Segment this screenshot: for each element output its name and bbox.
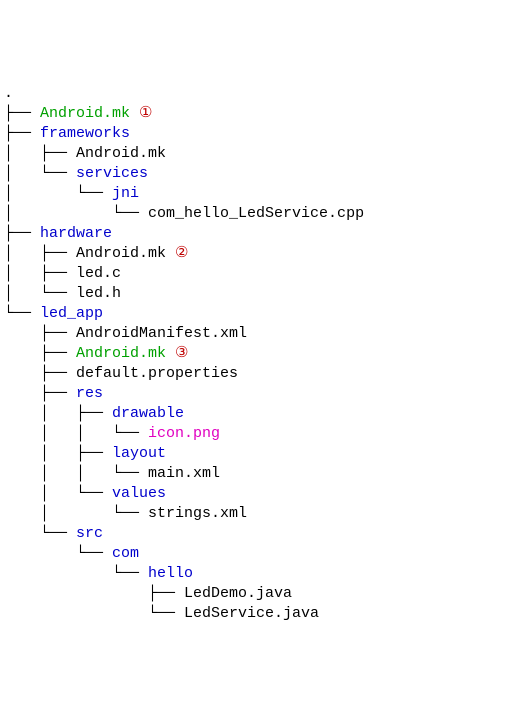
tree-branch-glyphs: ├──: [4, 365, 76, 382]
tree-node-name: services: [76, 165, 148, 182]
tree-node-name: strings.xml: [148, 505, 247, 522]
tree-row: │ ├── Android.mk: [4, 144, 504, 164]
tree-branch-glyphs: │ │ └──: [4, 425, 148, 442]
tree-node-name: LedService.java: [184, 605, 319, 622]
tree-row: ├── res: [4, 384, 504, 404]
tree-node-name: values: [112, 485, 166, 502]
tree-row: ├── frameworks: [4, 124, 504, 144]
tree-row: │ │ └── icon.png: [4, 424, 504, 444]
tree-row: │ │ └── main.xml: [4, 464, 504, 484]
tree-row: │ ├── Android.mk ②: [4, 244, 504, 264]
tree-branch-glyphs: ├──: [4, 325, 76, 342]
tree-branch-glyphs: │ └──: [4, 205, 148, 222]
tree-node-name: res: [76, 385, 103, 402]
tree-row: │ ├── drawable: [4, 404, 504, 424]
tree-node-name: jni: [112, 185, 139, 202]
tree-row: ├── hardware: [4, 224, 504, 244]
tree-node-name: icon.png: [148, 425, 220, 442]
tree-node-name: .: [4, 85, 13, 102]
tree-node-name: Android.mk: [76, 345, 166, 362]
tree-row: └── LedService.java: [4, 604, 504, 624]
tree-branch-glyphs: └──: [4, 605, 184, 622]
tree-branch-glyphs: ├──: [4, 225, 40, 242]
tree-row: └── led_app: [4, 304, 504, 324]
tree-row: └── com: [4, 544, 504, 564]
tree-branch-glyphs: ├──: [4, 585, 184, 602]
tree-node-name: Android.mk: [76, 145, 166, 162]
footnote-annotation: ①: [130, 105, 152, 122]
tree-node-name: com_hello_LedService.cpp: [148, 205, 364, 222]
tree-row: │ ├── led.c: [4, 264, 504, 284]
tree-node-name: Android.mk: [76, 245, 166, 262]
tree-branch-glyphs: │ └──: [4, 485, 112, 502]
tree-row: │ ├── layout: [4, 444, 504, 464]
tree-branch-glyphs: │ ├──: [4, 265, 76, 282]
tree-branch-glyphs: ├──: [4, 345, 76, 362]
tree-node-name: layout: [112, 445, 166, 462]
directory-tree: .├── Android.mk ①├── frameworks│ ├── And…: [4, 84, 504, 624]
tree-row: ├── Android.mk ③: [4, 344, 504, 364]
tree-node-name: hello: [148, 565, 193, 582]
tree-node-name: AndroidManifest.xml: [76, 325, 247, 342]
tree-row: ├── Android.mk ①: [4, 104, 504, 124]
tree-row: │ └── values: [4, 484, 504, 504]
tree-branch-glyphs: │ └──: [4, 285, 76, 302]
footnote-annotation: ②: [166, 245, 188, 262]
tree-branch-glyphs: │ └──: [4, 165, 76, 182]
tree-node-name: com: [112, 545, 139, 562]
tree-node-name: led.c: [76, 265, 121, 282]
tree-branch-glyphs: └──: [4, 525, 76, 542]
tree-branch-glyphs: │ ├──: [4, 405, 112, 422]
tree-row: ├── default.properties: [4, 364, 504, 384]
tree-row: └── src: [4, 524, 504, 544]
tree-branch-glyphs: │ └──: [4, 185, 112, 202]
tree-row: │ └── strings.xml: [4, 504, 504, 524]
tree-row: │ └── com_hello_LedService.cpp: [4, 204, 504, 224]
tree-branch-glyphs: └──: [4, 305, 40, 322]
tree-row: └── hello: [4, 564, 504, 584]
tree-node-name: frameworks: [40, 125, 130, 142]
tree-row: ├── LedDemo.java: [4, 584, 504, 604]
tree-node-name: hardware: [40, 225, 112, 242]
tree-branch-glyphs: └──: [4, 545, 112, 562]
tree-row: │ └── jni: [4, 184, 504, 204]
tree-row: │ └── led.h: [4, 284, 504, 304]
tree-node-name: drawable: [112, 405, 184, 422]
tree-branch-glyphs: │ └──: [4, 505, 148, 522]
tree-row: │ └── services: [4, 164, 504, 184]
footnote-annotation: ③: [166, 345, 188, 362]
tree-branch-glyphs: └──: [4, 565, 148, 582]
tree-node-name: led.h: [76, 285, 121, 302]
tree-branch-glyphs: ├──: [4, 105, 40, 122]
tree-branch-glyphs: │ ├──: [4, 445, 112, 462]
tree-branch-glyphs: ├──: [4, 125, 40, 142]
tree-branch-glyphs: │ │ └──: [4, 465, 148, 482]
tree-branch-glyphs: ├──: [4, 385, 76, 402]
tree-node-name: LedDemo.java: [184, 585, 292, 602]
tree-node-name: Android.mk: [40, 105, 130, 122]
tree-node-name: default.properties: [76, 365, 238, 382]
tree-node-name: led_app: [40, 305, 103, 322]
tree-row: ├── AndroidManifest.xml: [4, 324, 504, 344]
tree-branch-glyphs: │ ├──: [4, 145, 76, 162]
tree-node-name: main.xml: [148, 465, 220, 482]
tree-row: .: [4, 84, 504, 104]
tree-node-name: src: [76, 525, 103, 542]
tree-branch-glyphs: │ ├──: [4, 245, 76, 262]
